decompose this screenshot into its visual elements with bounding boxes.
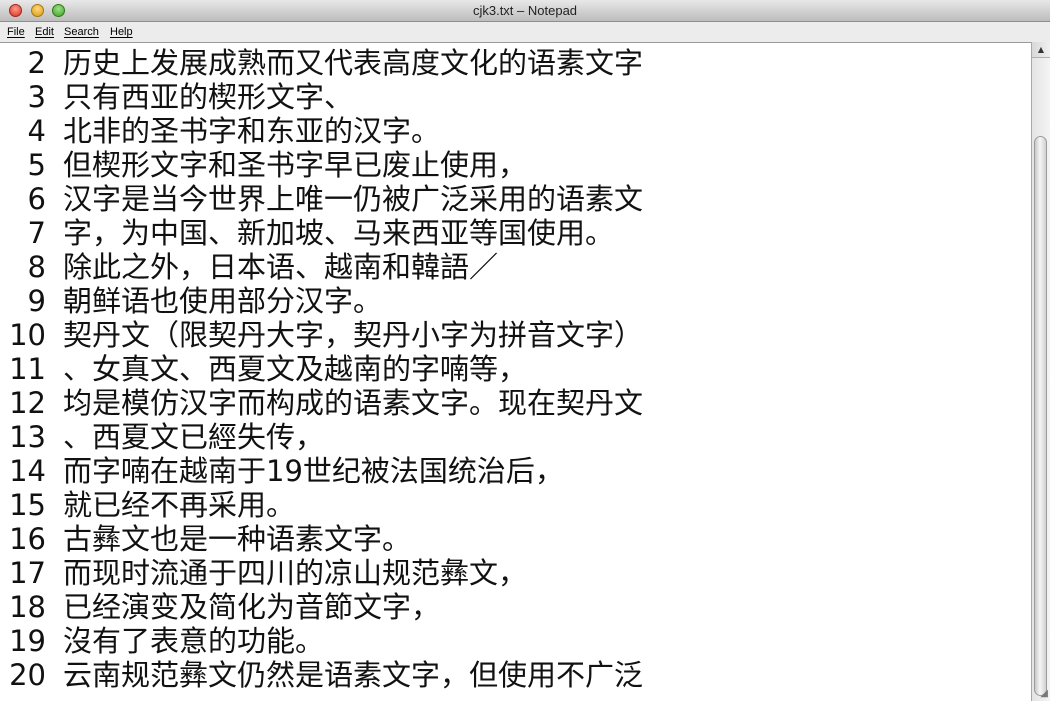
text-line[interactable]: 10 契丹文（限契丹大字，契丹小字为拼音文字） xyxy=(0,318,1031,352)
line-text[interactable]: 、西夏文已經失传， xyxy=(63,420,324,454)
line-number: 6 xyxy=(27,182,46,216)
line-text[interactable]: 字，为中国、新加坡、马来西亚等国使用。 xyxy=(63,216,614,250)
line-number: 10 xyxy=(9,318,46,352)
line-number: 9 xyxy=(27,284,46,318)
line-text[interactable]: 只有西亚的楔形文字、 xyxy=(63,80,353,114)
line-number: 15 xyxy=(9,488,46,522)
line-text[interactable]: 朝鲜语也使用部分汉字。 xyxy=(63,284,382,318)
line-text[interactable]: 已经演变及简化为音節文字， xyxy=(63,590,440,624)
line-number: 3 xyxy=(27,80,46,114)
line-number: 18 xyxy=(9,590,46,624)
text-line[interactable]: 4 北非的圣书字和东亚的汉字。 xyxy=(0,114,1031,148)
line-text[interactable]: 、女真文、西夏文及越南的字喃等， xyxy=(63,352,527,386)
text-editor[interactable]: 2 历史上发展成熟而又代表高度文化的语素文字 3 只有西亚的楔形文字、 4 北非的圣书字和… xyxy=(0,42,1031,701)
line-text[interactable]: 北非的圣书字和东亚的汉字。 xyxy=(63,114,440,148)
resize-grip-icon[interactable]: ◢ xyxy=(1040,689,1048,699)
menu-edit[interactable]: Edit xyxy=(35,26,54,38)
line-text[interactable]: 而现时流通于四川的凉山规范彝文， xyxy=(63,556,527,590)
text-line[interactable]: 3 只有西亚的楔形文字、 xyxy=(0,80,1031,114)
menu-file[interactable]: File xyxy=(7,26,25,38)
text-line[interactable]: 19 沒有了表意的功能。 xyxy=(0,624,1031,658)
text-line[interactable]: 6 汉字是当今世界上唯一仍被广泛采用的语素文 xyxy=(0,182,1031,216)
text-line[interactable]: 8 除此之外，日本语、越南和韓語／ xyxy=(0,250,1031,284)
line-text[interactable]: 汉字是当今世界上唯一仍被广泛采用的语素文 xyxy=(63,182,643,216)
line-number: 19 xyxy=(9,624,46,658)
line-number: 2 xyxy=(27,46,46,80)
title-bar[interactable]: cjk3.txt – Notepad xyxy=(0,0,1050,22)
menu-bar: File Edit Search Help xyxy=(0,22,1050,42)
text-line[interactable]: 18 已经演变及简化为音節文字， xyxy=(0,590,1031,624)
line-number: 8 xyxy=(27,250,46,284)
vertical-scrollbar[interactable]: ▲ ◢ xyxy=(1031,42,1050,701)
line-text[interactable]: 均是模仿汉字而构成的语素文字。现在契丹文 xyxy=(63,386,643,420)
window-title: cjk3.txt – Notepad xyxy=(472,3,578,18)
text-line[interactable]: 16 古彝文也是一种语素文字。 xyxy=(0,522,1031,556)
line-text[interactable]: 古彝文也是一种语素文字。 xyxy=(63,522,411,556)
line-text[interactable]: 契丹文（限契丹大字，契丹小字为拼音文字） xyxy=(63,318,643,352)
line-number: 11 xyxy=(9,352,46,386)
line-text[interactable]: 而字喃在越南于19世纪被法国统治后， xyxy=(63,454,564,488)
line-number: 4 xyxy=(27,114,46,148)
line-text[interactable]: 除此之外，日本语、越南和韓語／ xyxy=(63,250,498,284)
line-number: 14 xyxy=(9,454,46,488)
line-number: 17 xyxy=(9,556,46,590)
text-line[interactable]: 15 就已经不再采用。 xyxy=(0,488,1031,522)
text-line[interactable]: 9 朝鲜语也使用部分汉字。 xyxy=(0,284,1031,318)
text-line[interactable]: 12 均是模仿汉字而构成的语素文字。现在契丹文 xyxy=(0,386,1031,420)
text-line[interactable]: 17 而现时流通于四川的凉山规范彝文， xyxy=(0,556,1031,590)
menu-help[interactable]: Help xyxy=(110,26,133,38)
line-text[interactable]: 但楔形文字和圣书字早已废止使用， xyxy=(63,148,527,182)
line-number: 12 xyxy=(9,386,46,420)
line-number: 7 xyxy=(27,216,46,250)
scroll-thumb[interactable] xyxy=(1034,136,1047,696)
notepad-window: cjk3.txt – Notepad File Edit Search Help… xyxy=(0,0,1050,701)
text-line[interactable]: 7 字，为中国、新加坡、马来西亚等国使用。 xyxy=(0,216,1031,250)
line-number: 5 xyxy=(27,148,46,182)
line-text[interactable]: 云南规范彝文仍然是语素文字，但使用不广泛 xyxy=(63,658,643,692)
line-text[interactable]: 沒有了表意的功能。 xyxy=(63,624,324,658)
text-line[interactable]: 13 、西夏文已經失传， xyxy=(0,420,1031,454)
line-text[interactable]: 就已经不再采用。 xyxy=(63,488,295,522)
text-line[interactable]: 20 云南规范彝文仍然是语素文字，但使用不广泛 xyxy=(0,658,1031,692)
text-line[interactable]: 2 历史上发展成熟而又代表高度文化的语素文字 xyxy=(0,46,1031,80)
line-text[interactable]: 历史上发展成熟而又代表高度文化的语素文字 xyxy=(63,46,643,80)
text-line[interactable]: 11 、女真文、西夏文及越南的字喃等， xyxy=(0,352,1031,386)
scroll-up-arrow-icon[interactable]: ▲ xyxy=(1032,42,1050,58)
menu-search[interactable]: Search xyxy=(64,26,99,38)
text-line[interactable]: 14 而字喃在越南于19世纪被法国统治后， xyxy=(0,454,1031,488)
line-number: 13 xyxy=(9,420,46,454)
line-number: 20 xyxy=(9,658,46,692)
text-line[interactable]: 5 但楔形文字和圣书字早已废止使用， xyxy=(0,148,1031,182)
line-number: 16 xyxy=(9,522,46,556)
